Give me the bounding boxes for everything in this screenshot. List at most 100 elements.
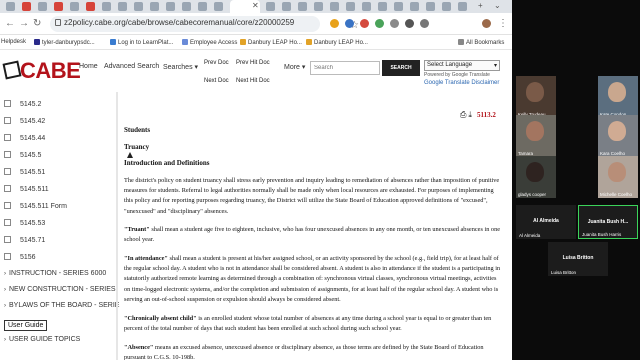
- sidebar-item[interactable]: 5145.511: [4, 185, 49, 197]
- browser-tab[interactable]: [214, 2, 223, 11]
- sidebar-item-label[interactable]: 5145.51: [20, 169, 45, 176]
- url-text[interactable]: z2policy.cabe.org/cabe/browse/cabecorema…: [64, 18, 294, 27]
- translate-disclaimer-link[interactable]: Google Translate Disclaimer: [424, 80, 499, 86]
- bookmark-label[interactable]: All Bookmarks: [466, 40, 504, 46]
- nav-home[interactable]: Home: [79, 63, 98, 70]
- menu-kebab-icon[interactable]: ⋮: [498, 18, 508, 29]
- checkbox[interactable]: [4, 168, 11, 175]
- sidebar-item-label[interactable]: 5145.2: [20, 101, 41, 108]
- bookmark-item[interactable]: Log in to LearnPlat...: [110, 39, 173, 46]
- sidebar-item[interactable]: 5145.511 Form: [4, 202, 67, 214]
- bookmark-label[interactable]: Danbury LEAP Ho...: [248, 40, 302, 46]
- checkbox[interactable]: [4, 100, 11, 107]
- bookmark-label[interactable]: Log in to LearnPlat...: [118, 40, 173, 46]
- prev-hit-doc-link[interactable]: Prev Hit Doc: [236, 60, 270, 66]
- browser-tab[interactable]: [86, 2, 95, 11]
- participant-tile[interactable]: Tamara: [516, 115, 556, 157]
- profile-avatar[interactable]: [482, 19, 491, 28]
- next-doc-link[interactable]: Next Doc: [204, 78, 229, 84]
- browser-tab[interactable]: [182, 2, 191, 11]
- new-tab-icon[interactable]: +: [478, 1, 483, 10]
- tab-search-icon[interactable]: ⌄: [494, 1, 501, 10]
- nav-more[interactable]: More ▾: [284, 63, 305, 71]
- prev-doc-link[interactable]: Prev Doc: [204, 60, 229, 66]
- checkbox[interactable]: [4, 134, 11, 141]
- reload-icon[interactable]: ↻: [33, 18, 41, 29]
- user-guide-topics[interactable]: › USER GUIDE TOPICS: [4, 336, 80, 348]
- bookmark-label[interactable]: Danbury LEAP Ho...: [314, 40, 368, 46]
- browser-tab[interactable]: [458, 2, 467, 11]
- browser-tab[interactable]: [298, 2, 307, 11]
- browser-tab[interactable]: [150, 2, 159, 11]
- series-item-bylaws[interactable]: › BYLAWS OF THE BOARD - SERIE: [4, 302, 119, 314]
- browser-tab[interactable]: [330, 2, 339, 11]
- nav-searches[interactable]: Searches ▾: [163, 63, 198, 71]
- sidebar-item-label[interactable]: 5156: [20, 254, 36, 261]
- checkbox[interactable]: [4, 202, 11, 209]
- bookmark-item[interactable]: Danbury LEAP Ho...: [306, 39, 368, 46]
- browser-tab[interactable]: [54, 2, 63, 11]
- series-item-instruction[interactable]: › INSTRUCTION - SERIES 6000: [4, 270, 106, 282]
- close-tab-icon[interactable]: ✕: [252, 1, 259, 10]
- browser-tab[interactable]: [22, 2, 31, 11]
- bookmark-label[interactable]: Employee Access: [190, 40, 237, 46]
- browser-tab[interactable]: [314, 2, 323, 11]
- browser-tab[interactable]: [6, 2, 15, 11]
- participant-tile-active-speaker[interactable]: Juanita Bush H... Juanita Bush Harris: [578, 205, 638, 239]
- checkbox[interactable]: [4, 185, 11, 192]
- browser-tab[interactable]: [102, 2, 111, 11]
- browser-tab[interactable]: [378, 2, 387, 11]
- participant-tile[interactable]: Al Almeida Al Almeida: [516, 205, 576, 239]
- extension-icon[interactable]: [330, 19, 339, 28]
- participant-tile[interactable]: gladys cooper: [516, 156, 556, 198]
- user-guide-button[interactable]: User Guide: [4, 320, 48, 331]
- browser-tab[interactable]: [38, 2, 47, 11]
- language-select[interactable]: Select Language ▾: [424, 60, 500, 71]
- checkbox[interactable]: [4, 253, 11, 260]
- search-input[interactable]: [310, 61, 380, 75]
- bookmark-item[interactable]: tyler-danburypsdc...: [34, 39, 95, 46]
- bookmark-item[interactable]: Danbury LEAP Ho...: [240, 39, 302, 46]
- extension-icon[interactable]: [360, 19, 369, 28]
- series-item-new-construction[interactable]: › NEW CONSTRUCTION - SERIES: [4, 286, 116, 298]
- series-label[interactable]: INSTRUCTION - SERIES 6000: [9, 270, 106, 277]
- browser-tab[interactable]: [346, 2, 355, 11]
- sidebar-item-label[interactable]: 5145.53: [20, 220, 45, 227]
- browser-tab[interactable]: [198, 2, 207, 11]
- browser-tab[interactable]: [394, 2, 403, 11]
- extension-icon[interactable]: [375, 19, 384, 28]
- sidebar-item[interactable]: 5145.2: [4, 100, 41, 112]
- next-hit-doc-link[interactable]: Next Hit Doc: [236, 78, 270, 84]
- cabe-logo[interactable]: CABE: [2, 56, 81, 86]
- extension-icon[interactable]: [390, 19, 399, 28]
- series-label[interactable]: BYLAWS OF THE BOARD - SERIE: [9, 302, 119, 309]
- sidebar-toggle-icon[interactable]: [420, 19, 429, 28]
- browser-tab[interactable]: [362, 2, 371, 11]
- sidebar-scrollbar[interactable]: [116, 92, 118, 360]
- search-button[interactable]: SEARCH: [382, 60, 420, 76]
- sidebar-item[interactable]: 5145.5: [4, 151, 41, 163]
- bookmark-item[interactable]: Helpdesk: [1, 39, 26, 45]
- bookmark-item[interactable]: Employee Access: [182, 39, 237, 46]
- sidebar-item[interactable]: 5145.53: [4, 219, 45, 231]
- back-icon[interactable]: ←: [5, 18, 15, 29]
- sidebar-item[interactable]: 5145.44: [4, 134, 45, 146]
- browser-tab[interactable]: [166, 2, 175, 11]
- sidebar-item-label[interactable]: 5145.71: [20, 237, 45, 244]
- browser-tab[interactable]: [442, 2, 451, 11]
- series-label[interactable]: NEW CONSTRUCTION - SERIES: [9, 286, 116, 293]
- url-field[interactable]: z2policy.cabe.org/cabe/browse/cabecorema…: [50, 16, 359, 32]
- browser-tab[interactable]: [118, 2, 127, 11]
- all-bookmarks[interactable]: All Bookmarks: [458, 39, 504, 46]
- sidebar-item-label[interactable]: 5145.5: [20, 152, 41, 159]
- browser-tab[interactable]: [134, 2, 143, 11]
- participant-tile[interactable]: Luisa Britton Luisa Britton: [548, 242, 608, 276]
- sidebar-item-label[interactable]: 5145.44: [20, 135, 45, 142]
- download-icon[interactable]: ⤓: [468, 110, 472, 119]
- browser-tab[interactable]: [266, 2, 275, 11]
- sidebar-item-label[interactable]: 5145.511 Form: [20, 203, 67, 210]
- participant-tile[interactable]: Michelle Coelho: [598, 156, 638, 198]
- language-select-value[interactable]: Select Language: [427, 62, 472, 68]
- extension-icon[interactable]: [345, 19, 354, 28]
- user-guide-topics-label[interactable]: USER GUIDE TOPICS: [9, 336, 80, 343]
